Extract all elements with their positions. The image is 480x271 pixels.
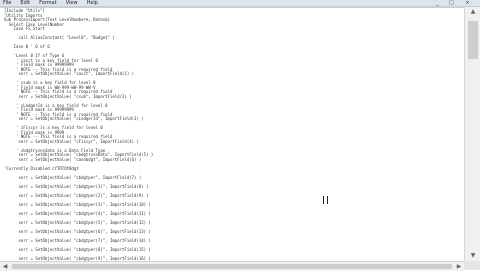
text-cursor-icon <box>323 196 328 204</box>
text-editor-area[interactable]: [Include "Utils"] 'Utility Imports Sub Pro… <box>0 7 464 262</box>
code-line: serr = SetObjectValue( "cbdgtper", Impor… <box>4 174 142 180</box>
horizontal-scroll-thumb[interactable] <box>12 264 452 269</box>
code-line: Case 0 ' 0 of 6 <box>4 44 50 49</box>
minimize-button[interactable]: _ <box>432 0 443 6</box>
code-line: serr = SetObjectValue( "cbdgtper(3)", Im… <box>4 201 151 207</box>
code-line: serr = SetObjectValue( "cbdgtper(8)", Im… <box>4 246 151 252</box>
code-line: serr = SetObjectValue( "cbdgtper(4)", Im… <box>4 210 151 216</box>
menu-help[interactable]: Help <box>87 0 98 7</box>
code-line: serr = SetObjectValue( "cannbdgt", Impor… <box>4 156 142 162</box>
menu-format[interactable]: Format <box>39 0 57 7</box>
close-button[interactable]: × <box>462 0 473 6</box>
code-line: serr = SetObjectValue( "cbdgtper(2)", Im… <box>4 192 149 198</box>
code-line: serr = SetObjectValue( "cbdgtper(1)", Im… <box>4 183 149 189</box>
code-line: serr = SetObjectValue( "cLedgerId", Impo… <box>4 116 144 121</box>
code-line: serr = SetObjectValue( "cbdgtper(6)", Im… <box>4 228 151 234</box>
code-line: call AliasConstant( "Level0", "Budget" ) <box>4 35 115 40</box>
code-line: Case FS_Start <box>4 26 45 31</box>
code-line: serr = SetObjectValue( "cacct", ImportFi… <box>4 71 135 76</box>
menu-edit[interactable]: Edit <box>20 0 30 7</box>
menu-bar: File Edit Format View Help <box>0 0 98 7</box>
scroll-up-arrow-icon[interactable]: ▲ <box>465 7 480 17</box>
size-grip[interactable] <box>464 261 480 270</box>
code-line: serr = SetObjectValue( "cbdgtper(5)", Im… <box>4 219 151 225</box>
menu-file[interactable]: File <box>3 0 11 7</box>
code-line: serr = SetObjectValue( "cFiscyr", Import… <box>4 138 139 144</box>
vertical-scroll-thumb[interactable] <box>468 21 478 59</box>
code-line: serr = SetObjectValue( "csub", ImportFie… <box>4 93 132 99</box>
menu-view[interactable]: View <box>66 0 78 7</box>
scroll-down-arrow-icon[interactable]: ▼ <box>465 251 480 261</box>
vertical-scrollbar[interactable]: ▲ ▼ <box>464 7 480 261</box>
code-line: serr = SetObjectValue( "cbdgtper(7)", Im… <box>4 237 151 243</box>
maximize-button[interactable]: □ <box>446 0 457 6</box>
code-line: 'Currently Disabled cYTDTOtBdgt <box>4 165 79 171</box>
